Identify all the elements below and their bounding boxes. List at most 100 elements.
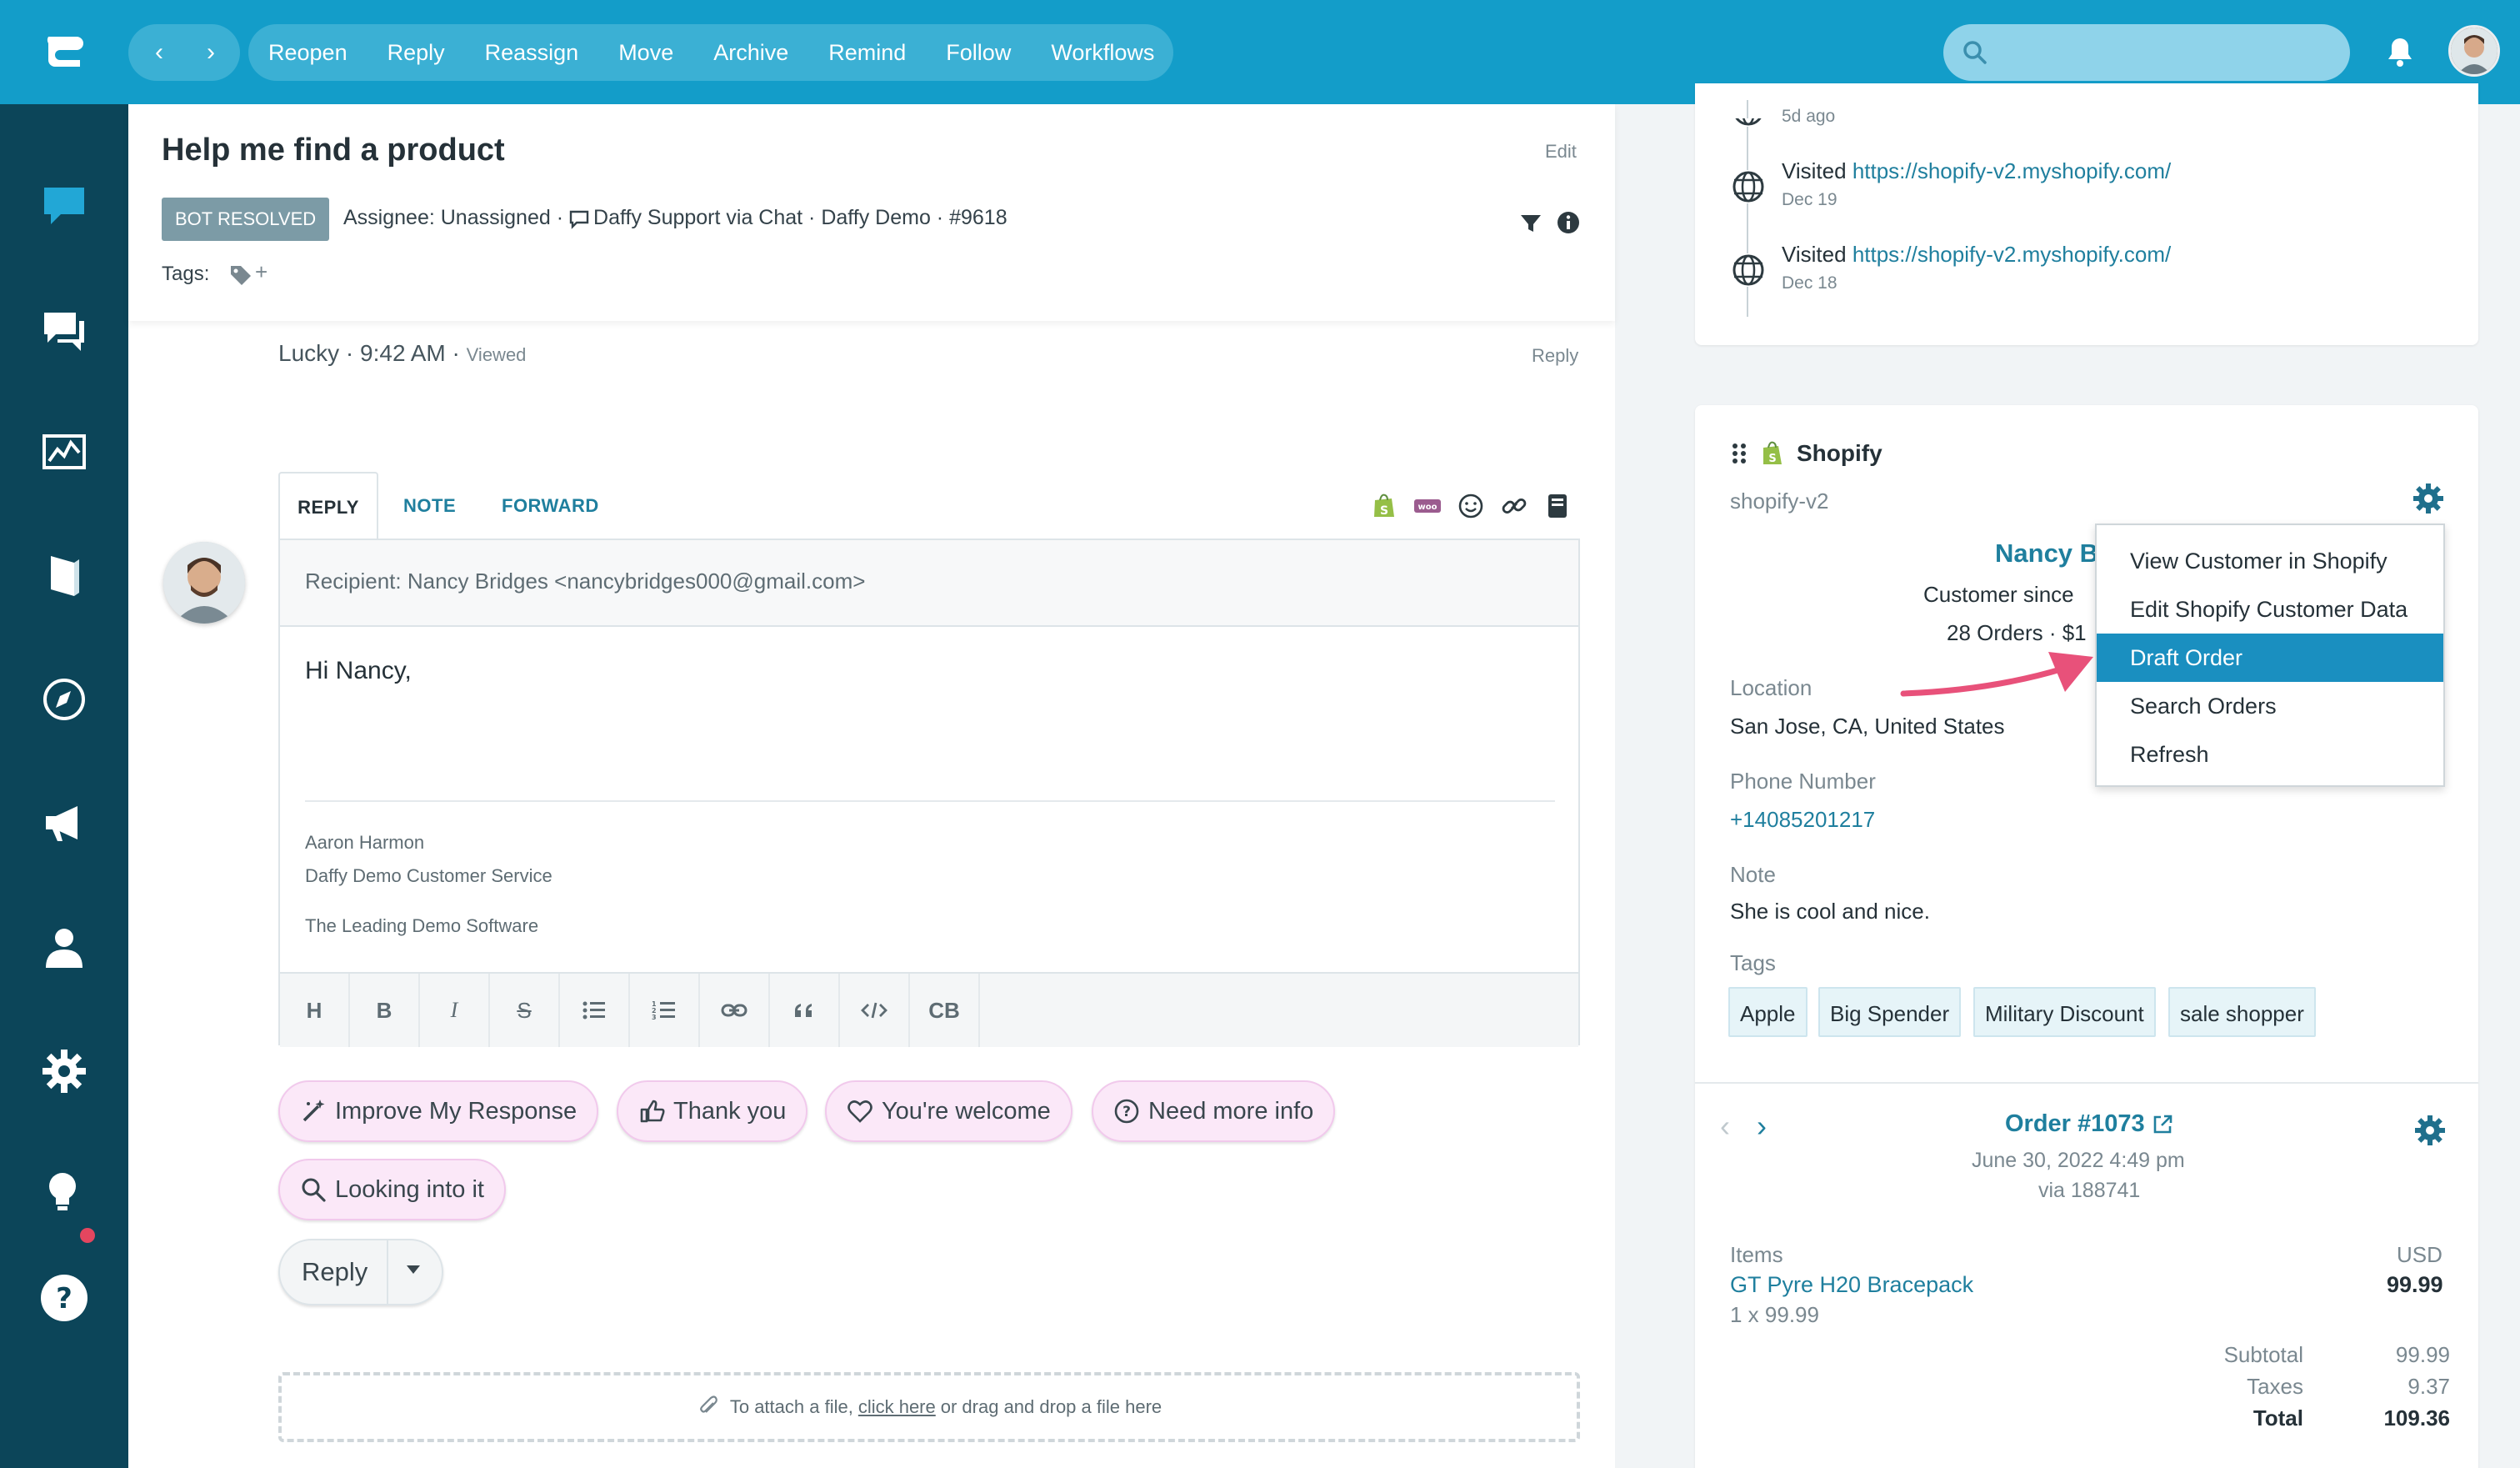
- quick-reply-youre-welcome[interactable]: You're welcome: [825, 1080, 1072, 1142]
- customer-orders-summary: 28 Orders · $1: [1947, 620, 2087, 645]
- order-title-link[interactable]: Order #1073: [2005, 1110, 2173, 1138]
- order-item-link[interactable]: GT Pyre H20 Bracepack: [1730, 1272, 1973, 1298]
- notifications-bell-icon[interactable]: [2382, 33, 2418, 70]
- reassign-button[interactable]: Reassign: [485, 40, 579, 66]
- quick-reply-improve-response[interactable]: Improve My Response: [278, 1080, 599, 1142]
- edit-title-link[interactable]: Edit: [1545, 141, 1577, 163]
- search-box: [1943, 24, 2350, 81]
- reply-options-caret-icon[interactable]: [407, 1265, 420, 1274]
- woocommerce-icon[interactable]: woo: [1413, 492, 1442, 520]
- previous-ticket-button[interactable]: ‹: [133, 24, 185, 81]
- quote-button[interactable]: [770, 974, 840, 1047]
- taxes-label: Taxes: [2247, 1374, 2303, 1399]
- recipient-field[interactable]: Recipient: Nancy Bridges <nancybridges00…: [280, 540, 1578, 627]
- menu-item-edit-customer[interactable]: Edit Shopify Customer Data: [2097, 585, 2443, 634]
- svg-text:S: S: [1768, 453, 1776, 465]
- drag-handle-icon[interactable]: [1730, 442, 1750, 465]
- compass-icon: [43, 679, 85, 720]
- shopify-settings-gear-icon[interactable]: [2412, 482, 2445, 515]
- conversations-icon: [44, 313, 84, 351]
- italic-button[interactable]: I: [420, 974, 490, 1047]
- previous-order-chevron-icon[interactable]: ‹: [1720, 1109, 1730, 1144]
- search-input[interactable]: [2002, 33, 2335, 73]
- bold-button[interactable]: B: [350, 974, 420, 1047]
- strikethrough-button[interactable]: S: [490, 974, 560, 1047]
- sidebar-item-explore[interactable]: [38, 673, 91, 726]
- order-item-price: 99.99: [2387, 1272, 2443, 1297]
- magic-wand-icon: [302, 1100, 325, 1122]
- customer-tag: Military Discount: [1973, 987, 2156, 1037]
- info-icon[interactable]: [1555, 209, 1582, 236]
- agent-avatar: [163, 542, 245, 624]
- reply-composer[interactable]: Recipient: Nancy Bridges <nancybridges00…: [278, 539, 1580, 1047]
- archive-button[interactable]: Archive: [713, 40, 788, 66]
- phone-label: Phone Number: [1730, 769, 1876, 794]
- customer-name-link[interactable]: Nancy B: [1995, 539, 2098, 569]
- globe-icon: [1732, 93, 1765, 127]
- tab-note[interactable]: NOTE: [403, 472, 456, 540]
- order-settings-gear-icon[interactable]: [2413, 1114, 2447, 1147]
- attach-click-here-link[interactable]: click here: [858, 1396, 936, 1418]
- sidebar-item-reports[interactable]: [38, 426, 91, 479]
- menu-item-refresh[interactable]: Refresh: [2097, 730, 2443, 779]
- signature-divider: [305, 800, 1555, 802]
- menu-item-view-customer[interactable]: View Customer in Shopify: [2097, 537, 2443, 585]
- section-divider: [1695, 1082, 2478, 1084]
- sidebar-item-announcements[interactable]: [38, 796, 91, 849]
- quick-reply-need-more-info[interactable]: ? Need more info: [1092, 1080, 1336, 1142]
- message-reply-link[interactable]: Reply: [1532, 345, 1578, 367]
- menu-item-search-orders[interactable]: Search Orders: [2097, 682, 2443, 730]
- chevron-right-icon: ›: [207, 38, 215, 66]
- remind-button[interactable]: Remind: [828, 40, 906, 66]
- next-order-chevron-icon[interactable]: ›: [1757, 1109, 1767, 1144]
- attachment-dropzone[interactable]: To attach a file, click here or drag and…: [278, 1372, 1580, 1442]
- user-avatar[interactable]: [2448, 25, 2500, 77]
- signature-name: Aaron Harmon: [305, 832, 425, 853]
- tab-reply[interactable]: REPLY: [278, 472, 378, 540]
- workflows-button[interactable]: Workflows: [1051, 40, 1154, 66]
- tag-icon[interactable]: [228, 263, 253, 288]
- insert-link-button[interactable]: [700, 974, 770, 1047]
- filter-icon[interactable]: [1518, 211, 1543, 236]
- move-button[interactable]: Move: [618, 40, 673, 66]
- send-reply-button[interactable]: Reply: [302, 1257, 368, 1287]
- assignee-text[interactable]: Assignee: Unassigned ·: [343, 206, 563, 230]
- sidebar-item-conversations[interactable]: [38, 304, 91, 358]
- next-ticket-button[interactable]: ›: [185, 24, 237, 81]
- message-body-greeting[interactable]: Hi Nancy,: [305, 657, 412, 685]
- quick-reply-label: You're welcome: [882, 1097, 1051, 1125]
- numbered-list-button[interactable]: 123: [630, 974, 700, 1047]
- code-block-button[interactable]: CB: [910, 974, 980, 1047]
- heading-button[interactable]: H: [280, 974, 350, 1047]
- shopify-bag-icon[interactable]: S: [1370, 492, 1398, 520]
- sidebar-item-contacts[interactable]: [38, 921, 91, 974]
- emoji-icon[interactable]: [1457, 492, 1485, 520]
- sidebar-item-chat[interactable]: [38, 179, 91, 233]
- code-button[interactable]: [840, 974, 910, 1047]
- reply-action-button[interactable]: Reply: [388, 40, 445, 66]
- svg-text:woo: woo: [1418, 503, 1438, 512]
- reopen-button[interactable]: Reopen: [268, 40, 348, 66]
- sidebar-item-settings[interactable]: [38, 1045, 91, 1098]
- add-tag-button[interactable]: +: [255, 259, 268, 285]
- menu-item-draft-order[interactable]: Draft Order: [2097, 634, 2443, 682]
- quick-reply-thank-you[interactable]: Thank you: [617, 1080, 808, 1142]
- quick-reply-looking-into-it[interactable]: Looking into it: [278, 1159, 506, 1220]
- note-label: Note: [1730, 862, 1776, 887]
- follow-button[interactable]: Follow: [946, 40, 1011, 66]
- numbered-list-icon: 123: [652, 1000, 675, 1021]
- lightbulb-icon: [49, 1173, 76, 1210]
- bulleted-list-button[interactable]: [560, 974, 630, 1047]
- tab-forward[interactable]: FORWARD: [502, 472, 599, 540]
- app-logo-icon[interactable]: [43, 32, 85, 72]
- items-label: Items: [1730, 1242, 1783, 1267]
- sidebar-item-knowledge-base[interactable]: [38, 549, 91, 603]
- link-icon[interactable]: [1500, 492, 1528, 520]
- visit-url-link[interactable]: https://shopify-v2.myshopify.com/: [1852, 158, 2171, 183]
- visit-url-link[interactable]: https://shopify-v2.myshopify.com/: [1852, 242, 2171, 267]
- knowledge-book-icon[interactable]: [1543, 492, 1572, 520]
- sidebar-item-help[interactable]: ?: [38, 1271, 91, 1325]
- phone-link[interactable]: +14085201217: [1730, 807, 1875, 833]
- ticket-header: Help me find a product Edit BOT RESOLVED…: [128, 104, 1615, 321]
- sidebar-item-ideas[interactable]: [38, 1165, 91, 1218]
